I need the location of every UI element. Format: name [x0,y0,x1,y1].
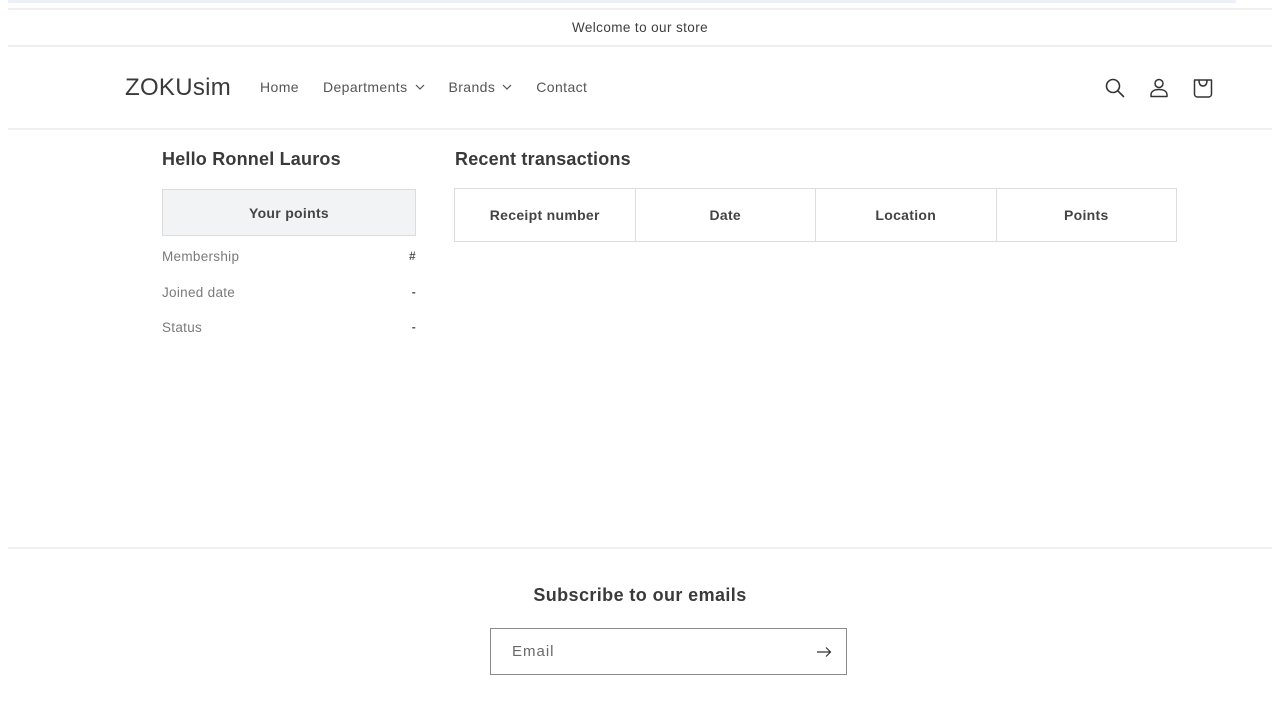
info-value: - [411,320,416,334]
transactions-table: Receipt number Date Location Points [454,188,1177,242]
column-header-location: Location [815,188,997,242]
account-icon[interactable] [1147,76,1171,100]
info-label: Status [162,320,203,335]
table-header-row: Receipt number Date Location Points [454,188,1177,242]
info-row-joined-date: Joined date - [162,285,416,300]
arrow-right-icon [817,646,832,657]
email-input[interactable] [491,629,802,674]
your-points-box: Your points [162,189,416,236]
info-row-status: Status - [162,320,416,335]
cart-icon[interactable] [1191,76,1215,100]
nav-brands[interactable]: Brands [449,79,513,95]
greeting-heading: Hello Ronnel Lauros [162,149,341,169]
chevron-down-icon [415,82,425,92]
info-row-membership: Membership # [162,249,416,264]
nav-label: Brands [448,79,496,95]
search-icon[interactable] [1103,76,1127,100]
chevron-down-icon [502,82,512,92]
divider [8,45,1272,47]
main-nav: Home Departments Brands Contact [260,79,611,95]
nav-label: Contact [536,79,588,95]
store-logo[interactable]: ZOKUsim [125,74,231,102]
header-icons [1103,76,1215,100]
announcement-bar: Welcome to our store [571,19,709,35]
column-header-receipt-number: Receipt number [454,188,636,242]
nav-contact[interactable]: Contact [536,79,587,95]
info-value: # [409,249,416,263]
divider [8,128,1272,130]
nav-departments[interactable]: Departments [323,79,425,95]
footer-divider [8,547,1272,549]
info-label: Joined date [162,285,236,300]
top-strip [8,0,1236,3]
nav-home[interactable]: Home [260,79,299,95]
nav-label: Departments [322,79,408,95]
subscribe-submit-button[interactable] [802,629,846,674]
transactions-heading: Recent transactions [455,149,631,169]
site-header: ZOKUsim Home Departments Brands Contact [0,48,1280,128]
column-header-date: Date [634,188,816,242]
nav-label: Home [260,79,299,95]
email-subscribe-form [490,628,847,675]
column-header-points: Points [995,188,1177,242]
info-label: Membership [162,249,240,264]
subscribe-heading: Subscribe to our emails [533,585,747,605]
info-value: - [411,285,416,299]
